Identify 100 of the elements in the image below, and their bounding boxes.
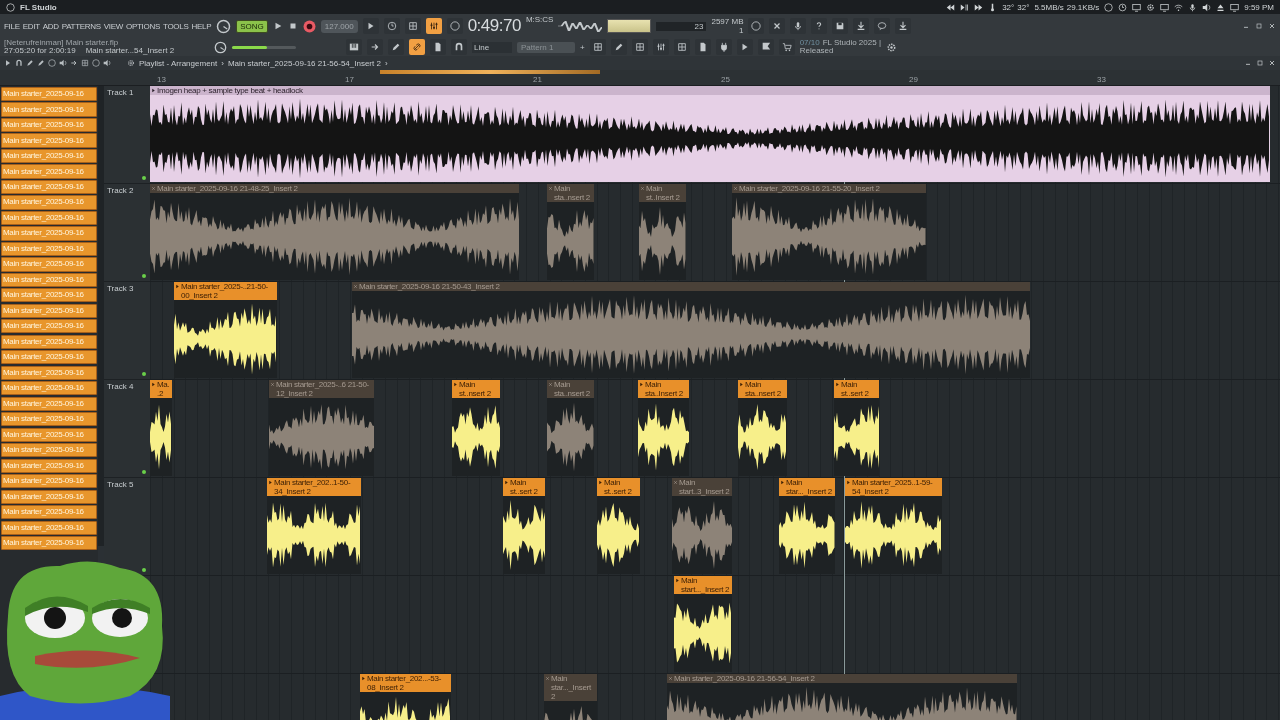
x-icon[interactable] [673, 480, 678, 485]
plugin-icon[interactable] [718, 42, 729, 52]
x-icon[interactable] [151, 186, 156, 191]
arrow-icon[interactable] [846, 480, 851, 485]
breadcrumb-item[interactable]: Main starter_2025-09-16 21-56-54_Insert 2 [227, 58, 381, 68]
monitor-icon[interactable] [1160, 2, 1170, 12]
clip-header[interactable]: Main starter_2025-09-16 21-56-54_Insert 2 [667, 674, 1017, 683]
arrow-icon[interactable] [151, 382, 156, 387]
pattern-item[interactable]: Main starter_2025-09-16 [1, 412, 97, 427]
clip-header[interactable]: Main sta..nsert 2 [738, 380, 787, 398]
track-status-dot[interactable] [142, 274, 146, 278]
pattern-item[interactable]: Main starter_2025-09-16 [1, 505, 97, 520]
menu-item[interactable]: PATTERNS [61, 21, 101, 31]
menu-item[interactable]: TOOLS [163, 21, 189, 31]
tempo-field[interactable]: 127.000 [320, 19, 358, 33]
pattern-item[interactable]: Main starter_2025-09-16 [1, 179, 97, 195]
pencil-icon[interactable] [391, 42, 401, 52]
clip-header[interactable]: Main st..sert 2 [597, 478, 640, 496]
pattern-item[interactable]: Main starter_2025-09-16 [1, 396, 97, 411]
clock-icon[interactable] [386, 21, 397, 31]
add-pattern-button[interactable]: + [580, 42, 585, 52]
pattern-item[interactable]: Main starter_2025-09-16 [1, 226, 97, 241]
x-icon[interactable] [640, 186, 645, 191]
menu-item[interactable]: OPTIONS [126, 21, 160, 31]
chat-icon[interactable] [877, 21, 888, 31]
link-icon[interactable] [412, 42, 422, 52]
eject-icon[interactable] [1216, 2, 1226, 12]
clip-header[interactable]: Main sta..nsert 2 [547, 184, 594, 202]
download-icon[interactable] [898, 21, 909, 31]
knob-icon[interactable] [214, 40, 227, 54]
clip-header[interactable]: Main starter_2025-09-16 21-50-43_Insert 2 [352, 282, 1030, 291]
x-icon[interactable] [548, 186, 553, 191]
clip-header[interactable]: Main sta..Insert 2 [638, 380, 689, 398]
pattern-item[interactable]: Main starter_2025-09-16 [1, 148, 97, 164]
monitor-icon[interactable] [1132, 2, 1142, 12]
arrow-icon[interactable] [504, 480, 509, 485]
arrow-icon[interactable] [639, 382, 644, 387]
pattern-item[interactable]: Main starter_2025-09-16 [1, 241, 97, 257]
magnet-icon[interactable] [454, 42, 464, 52]
menu-item[interactable]: VIEW [103, 21, 124, 31]
gear-icon[interactable] [127, 59, 135, 67]
save-icon[interactable] [835, 21, 846, 31]
pattern-item[interactable]: Main starter_2025-09-16 [1, 334, 97, 349]
x-icon[interactable] [545, 676, 550, 681]
knob-icon[interactable] [216, 18, 232, 34]
song-mode-toggle[interactable]: SONG [236, 19, 268, 33]
pattern-item[interactable]: Main starter_2025-09-16 [1, 365, 97, 380]
clip-header[interactable]: Main st..sert 2 [503, 478, 545, 496]
clock-icon[interactable] [1118, 2, 1128, 12]
clip-header[interactable]: Main starter_2025..1-59-54_Insert 2 [845, 478, 942, 496]
microphone-icon[interactable] [793, 21, 804, 31]
menu-item[interactable]: EDIT [22, 21, 40, 31]
monitor-icon[interactable] [1230, 2, 1240, 12]
clip-header[interactable]: Main start..3_Insert 2 [672, 478, 732, 496]
x-icon[interactable] [548, 382, 553, 387]
pattern-item[interactable]: Main starter_2025-09-16 [1, 288, 97, 303]
wifi-icon[interactable] [1174, 2, 1184, 12]
volume-icon[interactable] [1202, 2, 1212, 12]
news-headline[interactable]: FL Studio 2025 | [822, 38, 881, 47]
cut-icon[interactable] [772, 21, 783, 31]
track-status-dot[interactable] [142, 568, 146, 572]
news-headline[interactable]: Released [799, 47, 881, 56]
menu-item[interactable]: HELP [191, 21, 212, 31]
pattern-item[interactable]: Main starter_2025-09-16 [1, 164, 97, 179]
pattern-item[interactable]: Main starter_2025-09-16 [1, 133, 97, 148]
track-status-dot[interactable] [142, 470, 146, 474]
pattern-item[interactable]: Main starter_2025-09-16 [1, 350, 97, 365]
pattern-item[interactable]: Main starter_2025-09-16 [1, 474, 97, 489]
arrow-icon[interactable] [361, 676, 366, 681]
record-icon[interactable] [302, 19, 316, 33]
paint-icon[interactable] [37, 59, 45, 67]
x-icon[interactable] [733, 186, 738, 191]
clip-header[interactable]: Main star..._Insert 2 [779, 478, 835, 496]
master-volume-slider[interactable] [232, 45, 268, 49]
gear-icon[interactable] [1146, 2, 1156, 12]
maximize-icon[interactable] [1256, 59, 1264, 67]
edit-icon[interactable] [613, 42, 624, 52]
pattern-item[interactable]: Main starter_2025-09-16 [1, 195, 97, 210]
arrow-icon[interactable] [268, 480, 273, 485]
menu-item[interactable]: ADD [42, 21, 59, 31]
mixer-icon[interactable] [655, 42, 666, 52]
pattern-item[interactable]: Main starter_2025-09-16 [1, 536, 97, 551]
clip-header[interactable]: Main st..nsert 2 [452, 380, 500, 398]
piano-icon[interactable] [349, 42, 359, 52]
clip-header[interactable]: Main starter_2025-..21-50-00_Insert 2 [174, 282, 277, 300]
arrow-icon[interactable] [598, 480, 603, 485]
pattern-item[interactable]: Main starter_2025-09-16 [1, 319, 97, 334]
clip-header[interactable]: Main starter_2025-09-16 21-48-25_Insert 2 [150, 184, 519, 193]
pattern-item[interactable]: Main starter_2025-09-16 [1, 210, 97, 226]
blend-icon[interactable] [428, 21, 439, 31]
track-status-dot[interactable] [142, 372, 146, 376]
play-pause-icon[interactable] [960, 2, 970, 12]
clip-header[interactable]: Main starter_2025-..6 21-50-12_Insert 2 [269, 380, 374, 398]
arrow-icon[interactable] [175, 284, 180, 289]
pattern-item[interactable]: Main starter_2025-09-16 [1, 381, 97, 396]
close-icon[interactable] [1268, 59, 1276, 67]
export-icon[interactable] [856, 21, 867, 31]
menu-item[interactable]: FILE [4, 21, 20, 31]
clip-header[interactable]: Ma..2 [150, 380, 172, 398]
arrow-icon[interactable] [4, 59, 12, 67]
